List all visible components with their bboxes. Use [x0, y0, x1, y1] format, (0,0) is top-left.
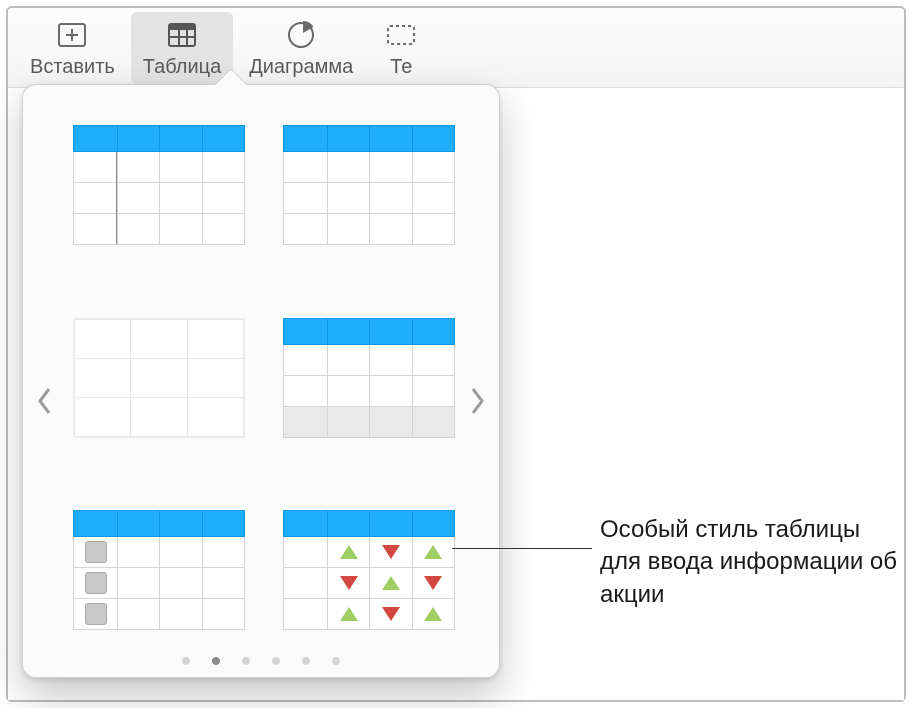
toolbar-table-button[interactable]: Таблица	[131, 12, 233, 84]
page-dots	[23, 657, 499, 665]
page-dot[interactable]	[272, 657, 280, 665]
toolbar-insert-label: Вставить	[30, 56, 115, 79]
table-style-option[interactable]	[283, 510, 455, 630]
table-style-option[interactable]	[73, 125, 245, 245]
popover-next-arrow[interactable]	[463, 381, 491, 421]
toolbar-chart-label: Диаграмма	[249, 56, 353, 79]
page-dot[interactable]	[212, 657, 220, 665]
table-style-popover	[22, 84, 500, 678]
toolbar: Вставить Таблица Диаграмм	[8, 8, 904, 88]
page-dot[interactable]	[242, 657, 250, 665]
pie-chart-icon	[281, 16, 321, 54]
callout-text: Особый стиль таблицы для ввода информаци…	[600, 514, 900, 611]
page-dot[interactable]	[302, 657, 310, 665]
page-dot[interactable]	[332, 657, 340, 665]
toolbar-table-label: Таблица	[143, 56, 221, 79]
table-style-option[interactable]	[283, 318, 455, 438]
toolbar-chart-button[interactable]: Диаграмма	[237, 12, 365, 84]
table-style-option[interactable]	[283, 125, 455, 245]
toolbar-insert-button[interactable]: Вставить	[18, 12, 127, 84]
page-dot[interactable]	[182, 657, 190, 665]
table-style-option[interactable]	[73, 318, 245, 438]
toolbar-text-button[interactable]: Те	[369, 12, 433, 84]
toolbar-text-label: Те	[390, 56, 412, 79]
table-icon	[162, 16, 202, 54]
table-style-option[interactable]	[73, 510, 245, 630]
table-style-grid	[69, 119, 453, 659]
callout-leader-line	[452, 548, 592, 549]
popover-prev-arrow[interactable]	[31, 381, 59, 421]
insert-icon	[52, 16, 92, 54]
text-box-icon	[381, 16, 421, 54]
